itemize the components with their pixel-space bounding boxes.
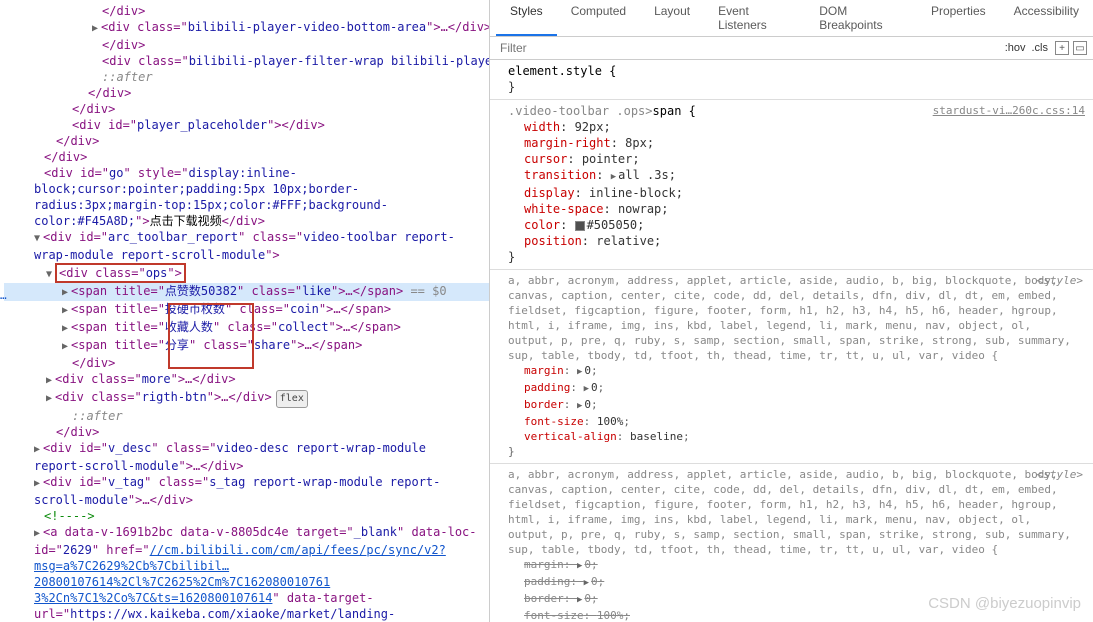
- color-swatch[interactable]: [575, 221, 585, 231]
- dom-close-tag[interactable]: </div>: [102, 4, 145, 18]
- node-share[interactable]: <span title="分享" class="share">…</span>: [4, 337, 489, 355]
- source-link[interactable]: stardust-vi…260c.css:14: [933, 103, 1085, 119]
- filter-input[interactable]: [496, 39, 1002, 57]
- tab-event-listeners[interactable]: Event Listeners: [704, 0, 805, 36]
- tab-layout[interactable]: Layout: [640, 0, 704, 36]
- tab-computed[interactable]: Computed: [557, 0, 640, 36]
- styles-tabs: Styles Computed Layout Event Listeners D…: [490, 0, 1093, 37]
- node-coin[interactable]: <span title="投硬币枚数" class="coin">…</span…: [4, 301, 489, 319]
- node-collect[interactable]: <span title="收藏人数" class="collect">…</sp…: [4, 319, 489, 337]
- styles-panel: Styles Computed Layout Event Listeners D…: [490, 0, 1093, 622]
- tab-accessibility[interactable]: Accessibility: [1000, 0, 1093, 36]
- highlight-ops-div[interactable]: <div class="ops">: [55, 263, 186, 283]
- style-source-tag: <style>: [1037, 467, 1083, 482]
- style-source-tag: <style>: [1037, 273, 1083, 288]
- selected-node-like[interactable]: <span title="点赞数50382" class="like">…</s…: [4, 283, 489, 301]
- new-style-rule-icon[interactable]: +: [1055, 41, 1069, 55]
- cls-toggle[interactable]: .cls: [1032, 42, 1049, 54]
- gutter-dots: …: [0, 289, 7, 302]
- rule-video-toolbar-ops-span[interactable]: stardust-vi…260c.css:14 .video-toolbar .…: [490, 100, 1093, 270]
- filter-row: :hov .cls + ▭: [490, 37, 1093, 60]
- reset-rule-2[interactable]: <style> a, abbr, acronym, address, apple…: [490, 464, 1093, 622]
- tab-styles[interactable]: Styles: [496, 0, 557, 36]
- tab-dom-breakpoints[interactable]: DOM Breakpoints: [805, 0, 917, 36]
- element-style-block[interactable]: element.style { }: [490, 60, 1093, 100]
- flex-badge[interactable]: flex: [276, 390, 308, 408]
- hov-toggle[interactable]: :hov: [1005, 42, 1026, 54]
- elements-panel[interactable]: … </div> <div class="bilibili-player-vid…: [0, 0, 490, 622]
- device-icon[interactable]: ▭: [1073, 41, 1087, 55]
- tab-properties[interactable]: Properties: [917, 0, 1000, 36]
- dom-tree[interactable]: </div> <div class="bilibili-player-video…: [0, 3, 489, 622]
- reset-rule-1[interactable]: <style> a, abbr, acronym, address, apple…: [490, 270, 1093, 464]
